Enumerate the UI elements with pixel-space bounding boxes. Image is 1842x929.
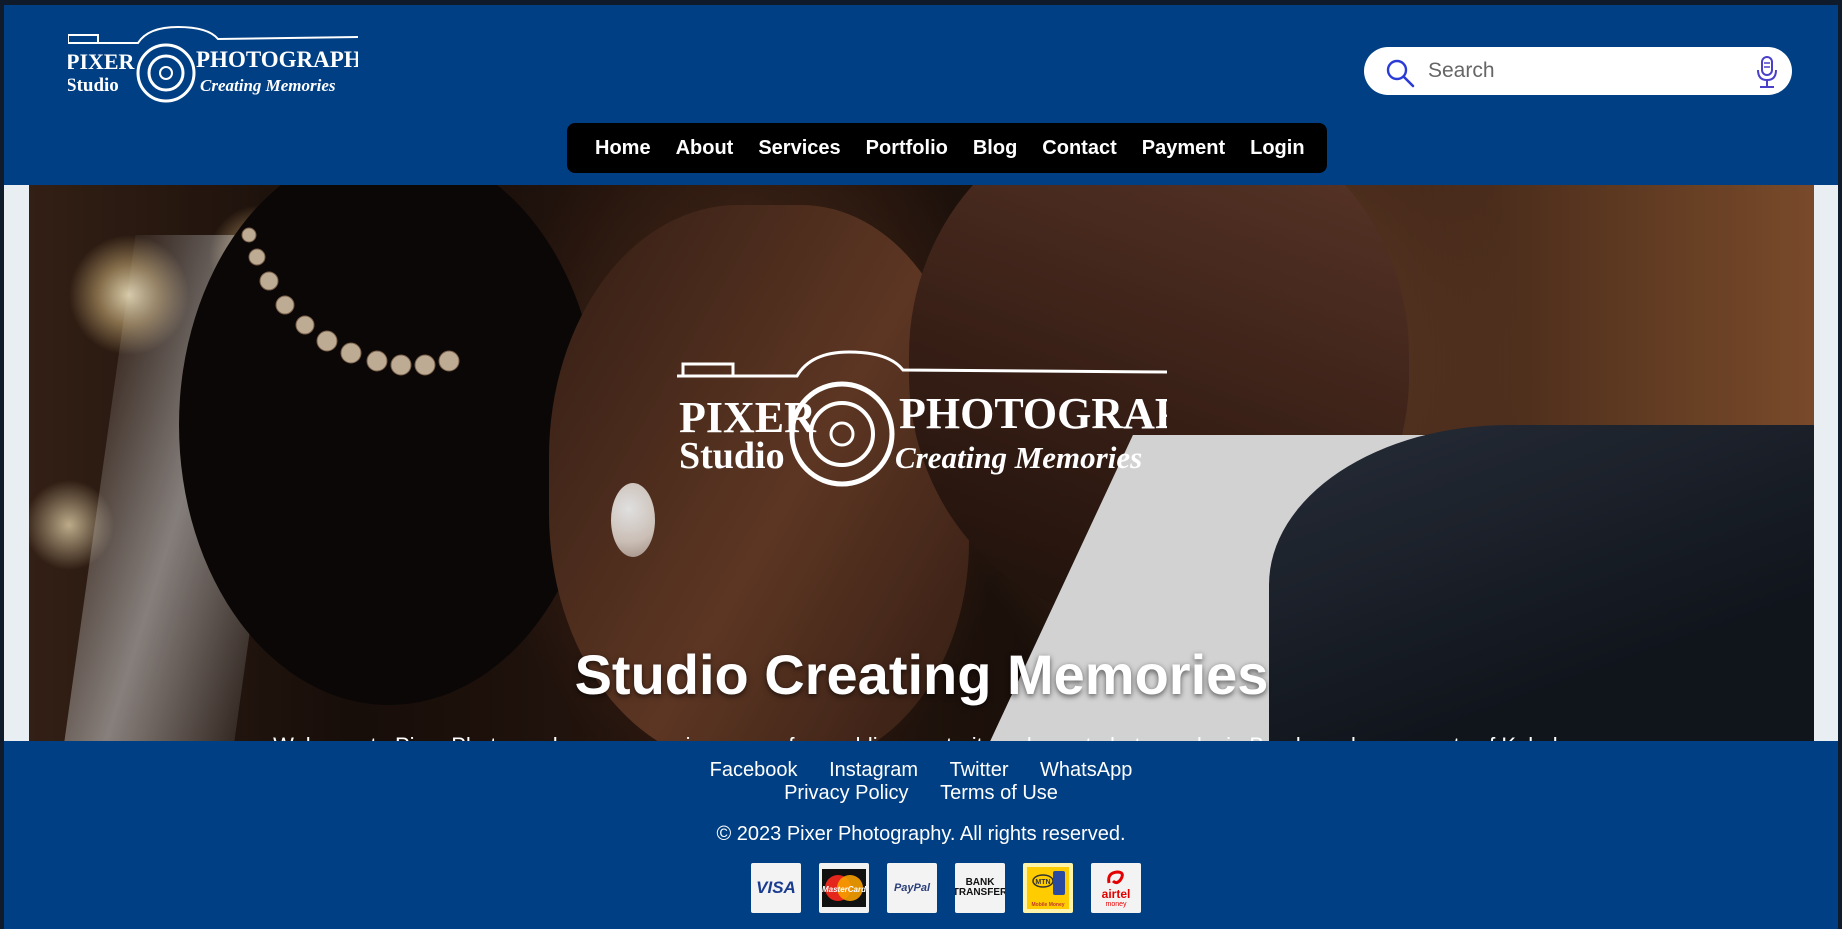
logo-lens-inner	[147, 54, 185, 92]
airtel-label: airtel	[1101, 886, 1131, 901]
nav-about[interactable]: About	[676, 137, 734, 160]
mastercard-icon: MasterCard	[819, 863, 869, 913]
footer-link-terms[interactable]: Terms of Use	[940, 782, 1058, 804]
footer-link-facebook[interactable]: Facebook	[710, 759, 798, 781]
copyright-text: © 2023 Pixer Photography. All rights res…	[716, 823, 1126, 845]
nav-portfolio[interactable]: Portfolio	[866, 137, 948, 160]
paypal-icon: PayPal	[887, 863, 937, 913]
hero-logo-photography: PHOTOGRAPHY	[899, 389, 1167, 438]
page-frame: PIXER Studio PHOTOGRAPHY Creating Memori…	[4, 5, 1838, 929]
site-footer: Facebook Instagram Twitter WhatsApp Priv…	[4, 741, 1838, 929]
nav-home[interactable]: Home	[595, 137, 651, 160]
bank-label-line2: TRANSFER	[955, 887, 1005, 898]
logo-flash-shape	[68, 34, 99, 44]
microphone-icon[interactable]	[1754, 55, 1780, 89]
search-icon[interactable]	[1384, 57, 1416, 89]
hero-logo-studio: Studio	[679, 435, 785, 477]
payment-methods: VISA MasterCard PayPal BANK TRANSFER MTN…	[751, 863, 1141, 913]
footer-link-privacy[interactable]: Privacy Policy	[784, 782, 908, 804]
search-bar	[1364, 47, 1792, 95]
nav-services[interactable]: Services	[758, 137, 840, 160]
footer-link-whatsapp[interactable]: WhatsApp	[1040, 759, 1132, 781]
mtn-graphic: MTN Mobile Money	[1027, 867, 1069, 909]
airtel-swirl-icon	[1107, 869, 1124, 884]
footer-legal-links: Privacy Policy Terms of Use	[4, 782, 1838, 805]
footer-links: Facebook Instagram Twitter WhatsApp Priv…	[4, 759, 1838, 805]
logo-lens-core	[159, 66, 173, 80]
logo-text-tagline: Creating Memories	[200, 76, 336, 95]
hero-logo: PIXER Studio PHOTOGRAPHY Creating Memori…	[677, 350, 1167, 487]
mastercard-graphic: MasterCard	[822, 869, 867, 907]
mtn-label: MTN	[1035, 879, 1050, 886]
bank-transfer-label: BANK TRANSFER	[955, 878, 1005, 898]
bank-transfer-icon: BANK TRANSFER	[955, 863, 1005, 913]
footer-link-twitter[interactable]: Twitter	[950, 759, 1009, 781]
logo-lens-ring	[136, 43, 196, 103]
nav-login[interactable]: Login	[1250, 137, 1304, 160]
nav-blog[interactable]: Blog	[973, 137, 1017, 160]
mastercard-label: MasterCard	[822, 885, 867, 894]
hero-intro-text: Welcome to Pixer Photography, your premi…	[29, 733, 1814, 741]
nav-contact[interactable]: Contact	[1042, 137, 1116, 160]
logo-camera-outline	[88, 25, 358, 44]
logo-text-studio: Studio	[68, 75, 119, 96]
hero-logo-tagline: Creating Memories	[895, 440, 1142, 475]
hero-banner: PIXER Studio PHOTOGRAPHY Creating Memori…	[29, 185, 1814, 741]
visa-label: VISA	[756, 878, 796, 897]
hero-title: Studio Creating Memories	[574, 643, 1269, 706]
site-header: PIXER Studio PHOTOGRAPHY Creating Memori…	[4, 5, 1838, 185]
main-nav: Home About Services Portfolio Blog Conta…	[567, 123, 1327, 173]
footer-link-instagram[interactable]: Instagram	[829, 759, 918, 781]
visa-icon: VISA	[751, 863, 801, 913]
site-logo[interactable]: PIXER Studio PHOTOGRAPHY Creating Memori…	[68, 25, 358, 115]
nav-payment[interactable]: Payment	[1142, 137, 1225, 160]
mtn-sub-label: Mobile Money	[1031, 902, 1064, 908]
logo-text-pixer: PIXER	[68, 49, 136, 74]
search-input[interactable]	[1428, 55, 1748, 87]
paypal-label: PayPal	[893, 882, 931, 894]
airtel-sub-label: money	[1105, 900, 1127, 908]
mtn-mobile-money-icon: MTN Mobile Money	[1023, 863, 1073, 913]
footer-social-links: Facebook Instagram Twitter WhatsApp	[4, 759, 1838, 782]
logo-text-photography: PHOTOGRAPHY	[196, 47, 358, 72]
airtel-money-icon: airtel money	[1091, 863, 1141, 913]
